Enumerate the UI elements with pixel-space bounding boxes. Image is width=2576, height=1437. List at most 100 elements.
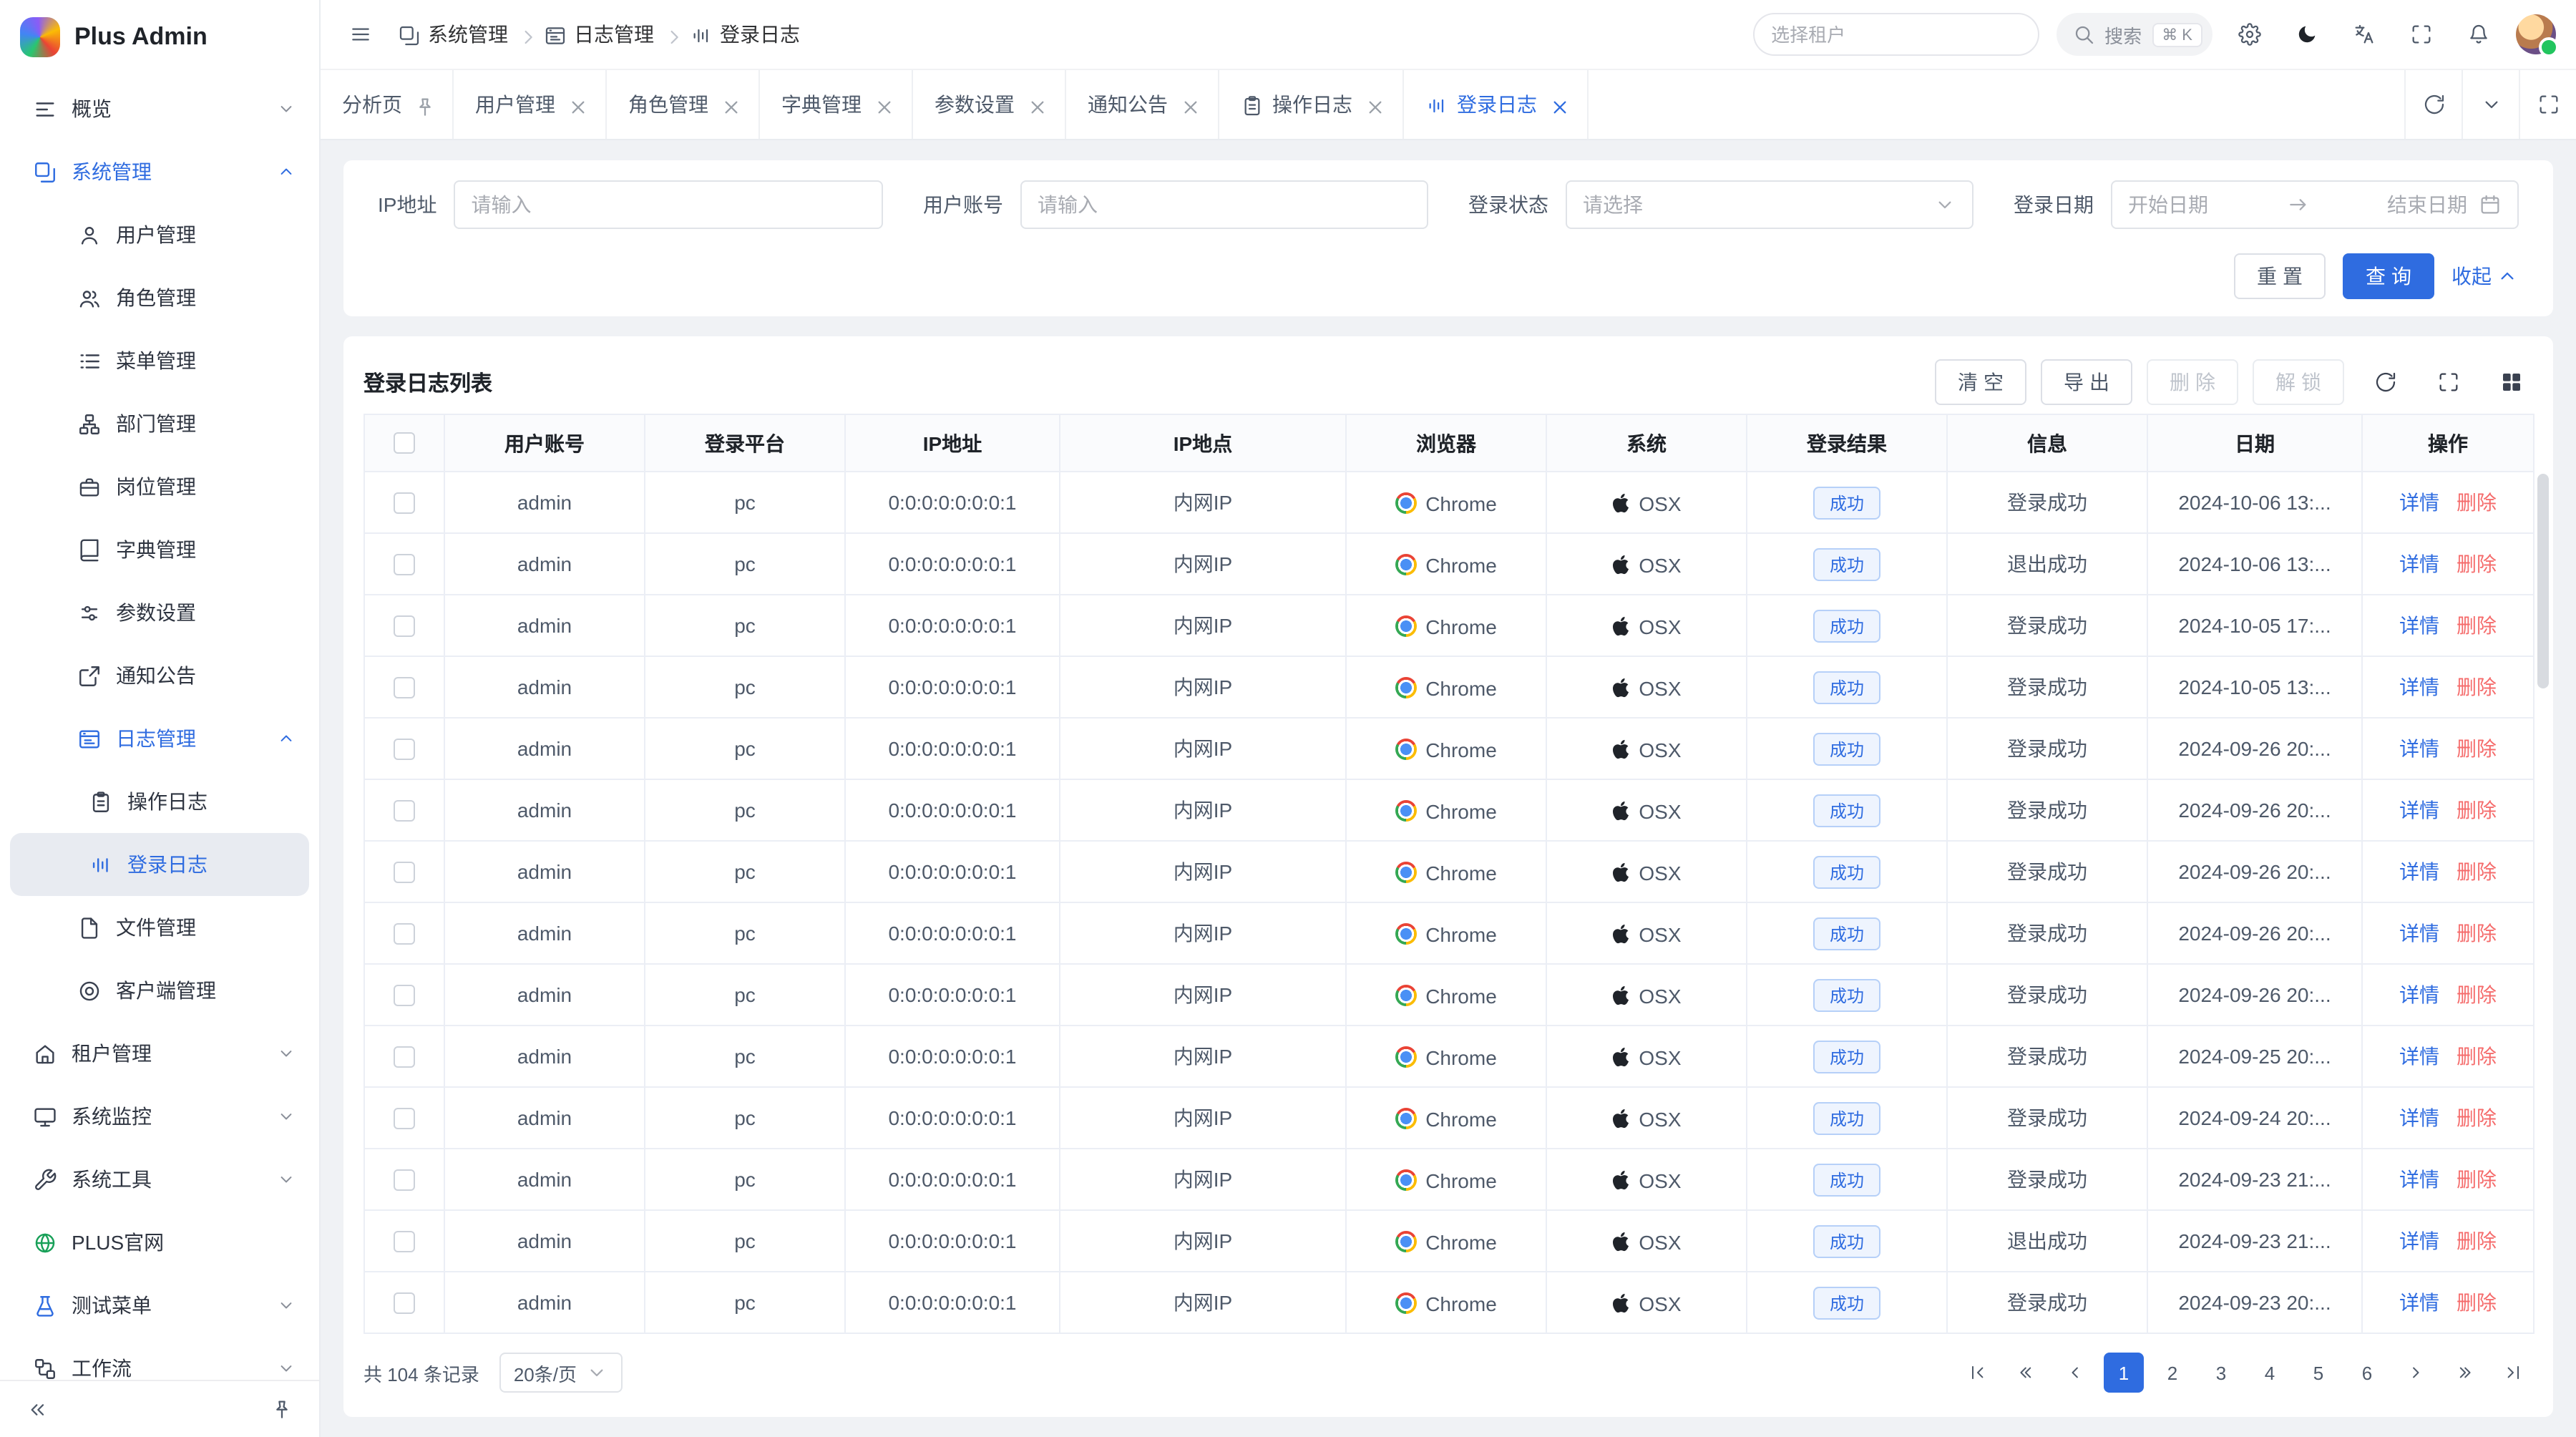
sidebar-collapse-button[interactable]: [17, 1389, 57, 1429]
pagination-page-5[interactable]: 5: [2298, 1353, 2338, 1393]
row-checkbox[interactable]: [394, 676, 415, 698]
delete-link[interactable]: 删除: [2457, 1106, 2497, 1129]
detail-link[interactable]: 详情: [2399, 552, 2439, 575]
collapse-filters-button[interactable]: 收起: [2451, 262, 2519, 291]
notifications-bell-button[interactable]: [2459, 14, 2499, 54]
tab-analysis[interactable]: 分析页: [321, 70, 454, 139]
sidebar-item-file[interactable]: 文件管理: [0, 896, 319, 959]
breadcrumb-item-log[interactable]: 日志管理: [544, 20, 654, 49]
delete-link[interactable]: 删除: [2457, 1168, 2497, 1191]
detail-link[interactable]: 详情: [2399, 1168, 2439, 1191]
account-filter-input[interactable]: [1038, 193, 1411, 216]
detail-link[interactable]: 详情: [2399, 860, 2439, 883]
pagination-next-button[interactable]: [2396, 1353, 2436, 1393]
sidebar-item-notice[interactable]: 通知公告: [0, 644, 319, 707]
sidebar-item-overview[interactable]: 概览: [0, 77, 319, 140]
status-filter-select[interactable]: 请选择: [1566, 180, 1974, 229]
pagination-page-3[interactable]: 3: [2201, 1353, 2241, 1393]
table-scrollbar-thumb[interactable]: [2537, 474, 2549, 688]
sidebar-item-monitor[interactable]: 系统监控: [0, 1085, 319, 1148]
delete-link[interactable]: 删除: [2457, 1045, 2497, 1068]
user-avatar[interactable]: [2516, 14, 2556, 54]
pagination-jump-back-button[interactable]: [2006, 1353, 2046, 1393]
delete-link[interactable]: 删除: [2457, 983, 2497, 1006]
row-checkbox[interactable]: [394, 1169, 415, 1190]
delete-link[interactable]: 删除: [2457, 552, 2497, 575]
tab-user[interactable]: 用户管理: [454, 70, 607, 139]
close-icon[interactable]: [720, 96, 737, 113]
row-checkbox[interactable]: [394, 1230, 415, 1252]
tab-fullscreen-button[interactable]: [2519, 70, 2576, 139]
delete-link[interactable]: 删除: [2457, 922, 2497, 945]
delete-link[interactable]: 删除: [2457, 614, 2497, 637]
tab-dropdown-button[interactable]: [2462, 70, 2519, 139]
sidebar-item-tools[interactable]: 系统工具: [0, 1148, 319, 1211]
ip-filter-input[interactable]: [471, 193, 866, 216]
clear-button[interactable]: 清空: [1935, 359, 2026, 405]
pagination-first-button[interactable]: [1958, 1353, 1998, 1393]
unlock-button[interactable]: 解锁: [2253, 359, 2344, 405]
language-translate-button[interactable]: [2344, 14, 2384, 54]
select-all-checkbox[interactable]: [394, 432, 415, 454]
sidebar-item-test[interactable]: 测试菜单: [0, 1274, 319, 1337]
delete-link[interactable]: 删除: [2457, 1229, 2497, 1252]
detail-link[interactable]: 详情: [2399, 922, 2439, 945]
close-icon[interactable]: [1548, 96, 1566, 113]
delete-link[interactable]: 删除: [2457, 737, 2497, 760]
column-settings-grid-button[interactable]: [2490, 361, 2533, 404]
detail-link[interactable]: 详情: [2399, 614, 2439, 637]
row-checkbox[interactable]: [394, 615, 415, 636]
tab-dict[interactable]: 字典管理: [760, 70, 913, 139]
query-button[interactable]: 查询: [2343, 253, 2434, 299]
sidebar-item-dict[interactable]: 字典管理: [0, 518, 319, 581]
sidebar-item-oplog[interactable]: 操作日志: [0, 770, 319, 833]
sidebar-item-user[interactable]: 用户管理: [0, 203, 319, 266]
close-icon[interactable]: [873, 96, 890, 113]
row-checkbox[interactable]: [394, 799, 415, 821]
sidebar-pin-button[interactable]: [262, 1389, 302, 1429]
tenant-select[interactable]: [1752, 13, 2039, 56]
pagination-jump-forward-button[interactable]: [2444, 1353, 2484, 1393]
row-checkbox[interactable]: [394, 922, 415, 944]
date-range-picker[interactable]: 开始日期 结束日期: [2111, 180, 2519, 229]
hamburger-menu-button[interactable]: [341, 14, 381, 54]
sidebar-item-website[interactable]: PLUS官网: [0, 1211, 319, 1274]
search-button[interactable]: 搜索 ⌘ K: [2056, 13, 2212, 56]
sidebar-item-loginlog[interactable]: 登录日志: [10, 833, 309, 896]
detail-link[interactable]: 详情: [2399, 1045, 2439, 1068]
sidebar-item-dept[interactable]: 部门管理: [0, 392, 319, 455]
tab-loginlog[interactable]: 登录日志: [1404, 70, 1589, 139]
tab-role[interactable]: 角色管理: [607, 70, 760, 139]
row-checkbox[interactable]: [394, 553, 415, 575]
pagination-page-2[interactable]: 2: [2152, 1353, 2192, 1393]
settings-gear-button[interactable]: [2230, 14, 2270, 54]
pagination-page-1[interactable]: 1: [2104, 1353, 2144, 1393]
row-checkbox[interactable]: [394, 738, 415, 759]
sidebar-item-log[interactable]: 日志管理: [0, 707, 319, 770]
detail-link[interactable]: 详情: [2399, 1106, 2439, 1129]
close-icon[interactable]: [1364, 96, 1381, 113]
detail-link[interactable]: 详情: [2399, 799, 2439, 822]
page-size-select[interactable]: 20条/页: [499, 1353, 623, 1393]
row-checkbox[interactable]: [394, 1046, 415, 1067]
detail-link[interactable]: 详情: [2399, 1291, 2439, 1314]
delete-link[interactable]: 删除: [2457, 860, 2497, 883]
tenant-select-input[interactable]: [1771, 24, 2020, 45]
breadcrumb-item-system[interactable]: 系统管理: [398, 20, 508, 49]
row-checkbox[interactable]: [394, 1107, 415, 1129]
sidebar-item-menu[interactable]: 菜单管理: [0, 329, 319, 392]
export-button[interactable]: 导出: [2041, 359, 2132, 405]
detail-link[interactable]: 详情: [2399, 737, 2439, 760]
row-checkbox[interactable]: [394, 984, 415, 1005]
delete-link[interactable]: 删除: [2457, 491, 2497, 514]
close-icon[interactable]: [1179, 96, 1196, 113]
delete-link[interactable]: 删除: [2457, 799, 2497, 822]
close-icon[interactable]: [567, 96, 584, 113]
sidebar-item-post[interactable]: 岗位管理: [0, 455, 319, 518]
pagination-prev-button[interactable]: [2055, 1353, 2095, 1393]
sidebar-item-workflow[interactable]: 工作流: [0, 1337, 319, 1380]
detail-link[interactable]: 详情: [2399, 676, 2439, 698]
close-icon[interactable]: [1026, 96, 1043, 113]
refresh-button[interactable]: [2364, 361, 2407, 404]
sidebar-item-system[interactable]: 系统管理: [0, 140, 319, 203]
